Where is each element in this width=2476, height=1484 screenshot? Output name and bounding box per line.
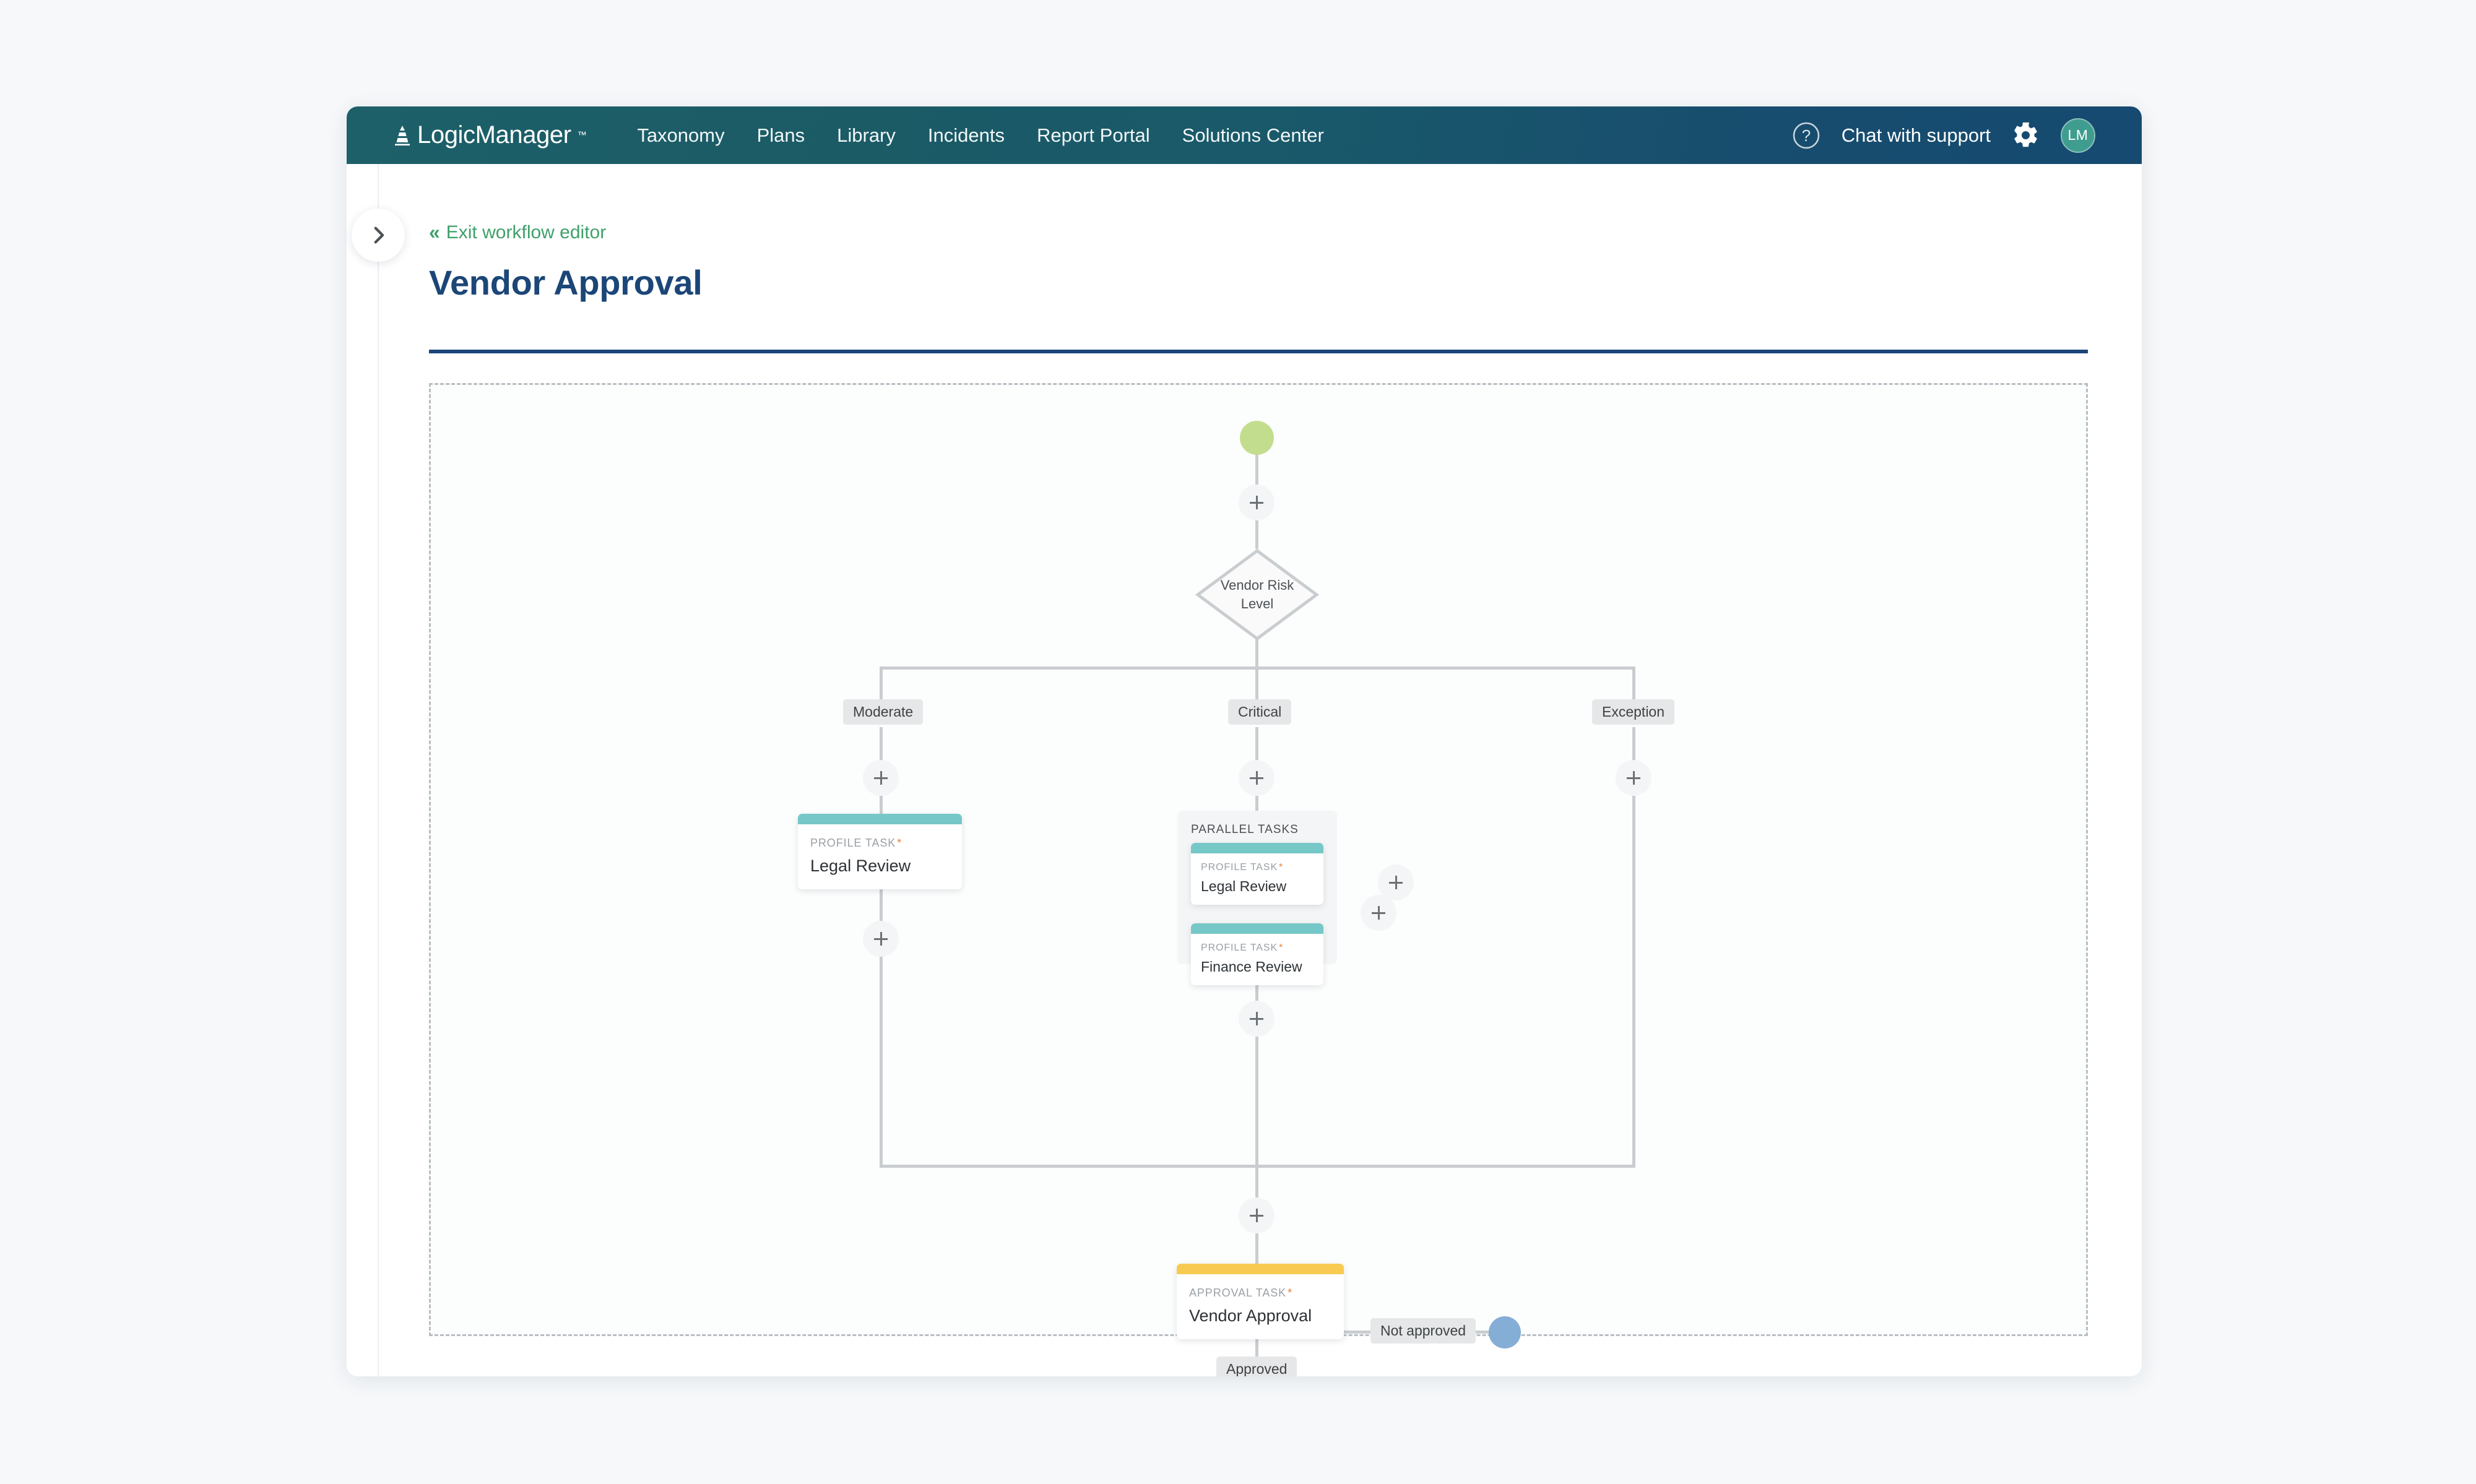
- task-card-color-bar: [798, 814, 962, 824]
- brand-name: LogicManager: [417, 121, 571, 149]
- svg-text:?: ?: [1802, 126, 1811, 145]
- nav-item-taxonomy[interactable]: Taxonomy: [637, 124, 724, 147]
- connector-add-to-parallel-group: [1255, 796, 1258, 812]
- parallel-tasks-label: PARALLEL TASKS: [1191, 823, 1299, 836]
- title-divider: [429, 350, 2088, 353]
- add-step-button-after-parallel[interactable]: [1239, 1001, 1275, 1037]
- task-kind-text: PROFILE TASK: [1201, 862, 1278, 873]
- add-step-button-moderate[interactable]: [863, 760, 899, 796]
- connector-drop-moderate: [880, 667, 883, 701]
- branch-label-exception[interactable]: Exception: [1592, 699, 1675, 725]
- double-chevron-left-icon: «: [429, 221, 440, 243]
- task-card-color-bar: [1191, 923, 1323, 934]
- outcome-label-not-approved[interactable]: Not approved: [1370, 1318, 1476, 1344]
- task-kind-text: APPROVAL TASK: [1189, 1287, 1287, 1299]
- question-circle-icon[interactable]: ?: [1792, 121, 1820, 150]
- brand-trademark: ™: [577, 130, 587, 140]
- required-asterisk: *: [1279, 943, 1284, 953]
- task-card-title: Legal Review: [810, 856, 911, 875]
- page-title: Vendor Approval: [429, 263, 703, 302]
- sidebar-toggle-button[interactable]: [352, 209, 405, 262]
- task-card-vendor-approval[interactable]: APPROVAL TASK * Vendor Approval: [1177, 1264, 1344, 1339]
- required-asterisk: *: [897, 837, 903, 849]
- connector-approval-to-not-approved: [1344, 1331, 1370, 1334]
- task-card-parallel-legal-review[interactable]: PROFILE TASK * Legal Review: [1191, 843, 1323, 905]
- workflow-canvas[interactable]: Vendor Risk Level Moderate Critical Exce…: [429, 383, 2090, 1376]
- navbar-menu: Taxonomy Plans Library Incidents Report …: [637, 124, 1324, 147]
- task-card-body: PROFILE TASK * Legal Review: [798, 824, 962, 889]
- branch-label-critical[interactable]: Critical: [1228, 699, 1292, 725]
- connector-add-to-approval-task: [1255, 1233, 1258, 1264]
- task-card-color-bar: [1177, 1264, 1344, 1274]
- outcome-label-approved[interactable]: Approved: [1216, 1357, 1297, 1376]
- brand-logo[interactable]: LogicManager ™: [393, 121, 587, 149]
- task-card-title: Legal Review: [1201, 878, 1287, 894]
- required-asterisk: *: [1288, 1287, 1292, 1299]
- connector-moderate-to-add: [880, 727, 883, 761]
- task-card-color-bar: [1191, 843, 1323, 853]
- gear-icon[interactable]: [2012, 121, 2040, 149]
- task-card-kind: PROFILE TASK *: [810, 837, 950, 850]
- page-header: « Exit workflow editor Vendor Approval: [429, 221, 703, 303]
- connector-exception-to-add: [1632, 727, 1635, 761]
- connector-drop-exception: [1632, 667, 1635, 701]
- connector-merge-to-add: [1255, 1165, 1258, 1199]
- chevron-right-icon: [374, 226, 384, 244]
- task-card-body: PROFILE TASK * Legal Review: [1191, 853, 1323, 905]
- exit-workflow-editor-link[interactable]: « Exit workflow editor: [429, 221, 703, 244]
- task-card-kind: PROFILE TASK *: [1201, 862, 1314, 873]
- connector-drop-critical: [1255, 667, 1258, 701]
- connector-exception-to-merge: [1632, 796, 1635, 1167]
- add-step-button-critical[interactable]: [1239, 760, 1275, 796]
- add-step-button-exception[interactable]: [1616, 760, 1651, 796]
- required-asterisk: *: [1279, 862, 1284, 873]
- branch-label-moderate[interactable]: Moderate: [843, 699, 924, 725]
- user-avatar[interactable]: LM: [2061, 118, 2095, 153]
- top-navbar: LogicManager ™ Taxonomy Plans Library Inc…: [347, 106, 2142, 164]
- add-parallel-task-button[interactable]: [1361, 895, 1396, 931]
- add-step-button-top[interactable]: [1239, 485, 1275, 520]
- decision-label-line-2: Level: [1240, 596, 1274, 611]
- connector-moderate-to-merge: [880, 957, 883, 1167]
- workflow-end-node[interactable]: [1489, 1316, 1521, 1348]
- task-card-body: PROFILE TASK * Finance Review: [1191, 934, 1323, 985]
- logicmanager-pyramid-icon: [395, 125, 410, 145]
- connector-start-to-add: [1255, 455, 1258, 485]
- navbar-left: LogicManager ™ Taxonomy Plans Library Inc…: [347, 121, 1324, 149]
- workflow-diagram: Vendor Risk Level Moderate Critical Exce…: [431, 385, 2090, 1376]
- task-card-parallel-finance-review[interactable]: PROFILE TASK * Finance Review: [1191, 923, 1323, 985]
- decision-node-vendor-risk-level[interactable]: Vendor Risk Level: [1195, 548, 1319, 641]
- exit-workflow-editor-label: Exit workflow editor: [446, 222, 607, 243]
- task-card-title: Vendor Approval: [1189, 1306, 1312, 1325]
- task-card-moderate-legal-review[interactable]: PROFILE TASK * Legal Review: [798, 814, 962, 889]
- task-card-body: APPROVAL TASK * Vendor Approval: [1177, 1274, 1344, 1339]
- workflow-start-node[interactable]: [1240, 421, 1274, 455]
- nav-item-report-portal[interactable]: Report Portal: [1037, 124, 1150, 147]
- decision-label-line-1: Vendor Risk: [1220, 577, 1294, 593]
- task-kind-text: PROFILE TASK: [810, 837, 896, 849]
- nav-item-plans[interactable]: Plans: [757, 124, 805, 147]
- connector-add-to-moderate-task: [880, 796, 883, 814]
- connector-decision-to-split: [1255, 639, 1258, 668]
- connector-parallel-to-merge: [1255, 1037, 1258, 1167]
- nav-item-incidents[interactable]: Incidents: [928, 124, 1005, 147]
- connector-critical-to-add: [1255, 727, 1258, 761]
- decision-node-label: Vendor Risk Level: [1195, 548, 1319, 641]
- chat-with-support-link[interactable]: Chat with support: [1842, 124, 1991, 147]
- connector-add-to-decision: [1255, 520, 1258, 549]
- task-card-title: Finance Review: [1201, 959, 1302, 975]
- task-card-kind: PROFILE TASK *: [1201, 943, 1314, 954]
- app-window: LogicManager ™ Taxonomy Plans Library Inc…: [347, 106, 2142, 1376]
- left-sidebar-rail: [347, 164, 379, 1376]
- add-step-button-after-merge[interactable]: [1239, 1197, 1275, 1233]
- navbar-right: ? Chat with support LM: [1792, 106, 2095, 164]
- nav-item-library[interactable]: Library: [837, 124, 896, 147]
- task-kind-text: PROFILE TASK: [1201, 943, 1278, 953]
- add-step-button-moderate-bottom[interactable]: [863, 921, 899, 957]
- task-card-kind: APPROVAL TASK *: [1189, 1287, 1331, 1300]
- nav-item-solutions-center[interactable]: Solutions Center: [1182, 124, 1324, 147]
